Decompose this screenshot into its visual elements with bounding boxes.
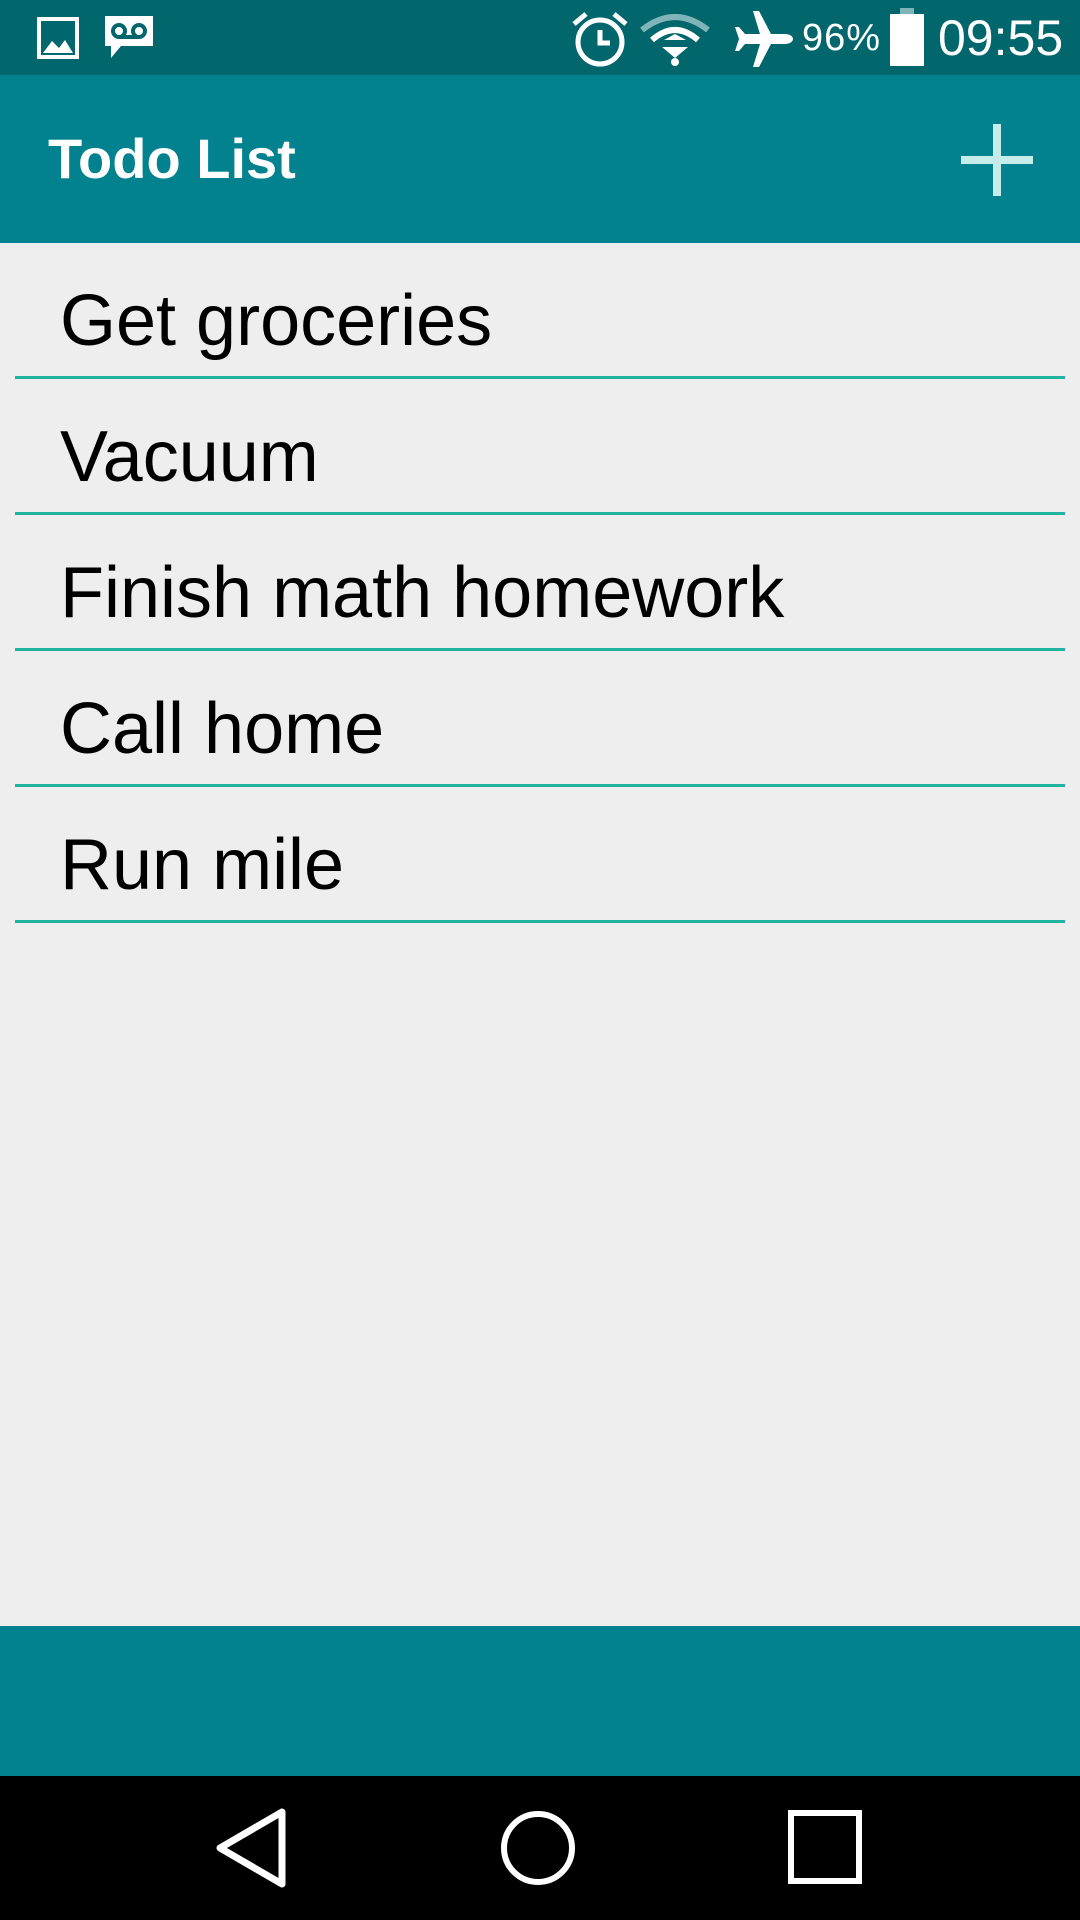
voicemail-icon (105, 16, 153, 58)
battery-percentage: 96% (802, 17, 882, 59)
todo-list: Get groceries Vacuum Finish math homewor… (0, 243, 1080, 923)
todo-item-text: Run mile (60, 825, 345, 905)
plus-icon (961, 124, 1033, 196)
clock: 09:55 (938, 10, 1064, 66)
wifi-icon (640, 14, 710, 66)
todo-item[interactable]: Vacuum (0, 379, 1080, 515)
todo-item[interactable]: Run mile (0, 787, 1080, 923)
back-icon (216, 1808, 286, 1888)
page-title: Todo List (48, 127, 296, 190)
todo-item[interactable]: Call home (0, 651, 1080, 787)
todo-item[interactable]: Get groceries (0, 243, 1080, 379)
battery-icon (890, 8, 924, 66)
todo-item[interactable]: Finish math homework (0, 515, 1080, 651)
navigation-bar (0, 1776, 1080, 1920)
alarm-icon (572, 12, 628, 67)
todo-item-text: Vacuum (60, 417, 319, 497)
todo-item-text: Call home (60, 689, 385, 769)
status-bar: 96% 09:55 (0, 0, 1080, 75)
image-icon (37, 17, 79, 59)
airplane-icon (735, 11, 793, 67)
todo-item-text: Get groceries (60, 281, 493, 361)
recents-icon (788, 1810, 862, 1884)
recents-button[interactable] (786, 1808, 866, 1888)
app-bar: Todo List (0, 75, 1080, 243)
add-todo-button[interactable] (955, 118, 1039, 202)
home-icon (501, 1811, 575, 1885)
bottom-bar (0, 1626, 1080, 1776)
home-button[interactable] (498, 1808, 578, 1888)
divider (15, 920, 1065, 923)
back-button[interactable] (210, 1808, 290, 1888)
todo-item-text: Finish math homework (60, 553, 785, 633)
